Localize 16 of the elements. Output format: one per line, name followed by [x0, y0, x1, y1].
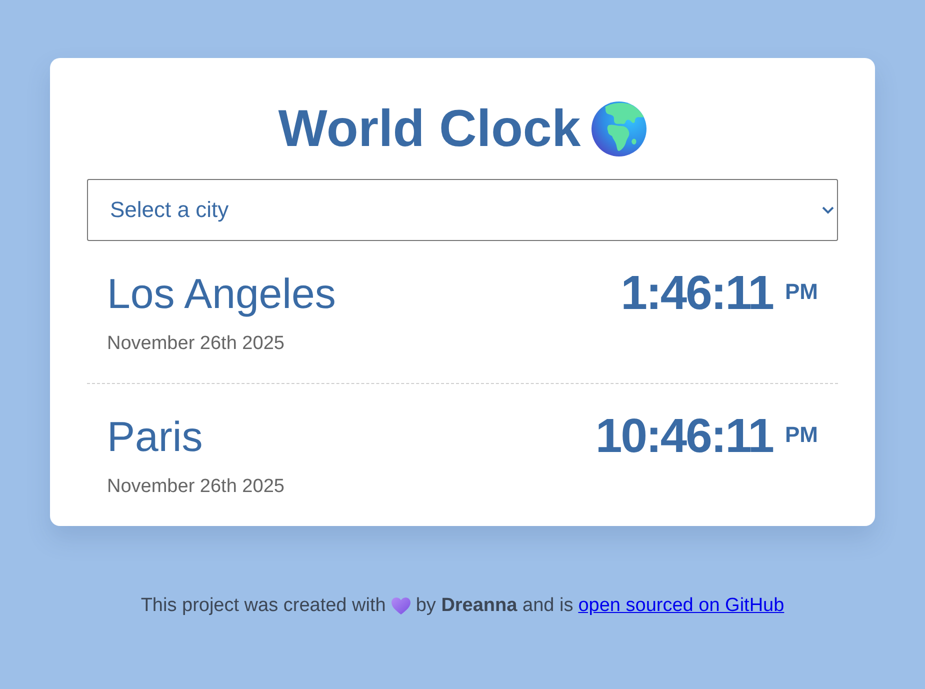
footer-text: This project was created with — [140, 594, 386, 618]
city-time: 1:46:11 — [620, 266, 773, 322]
github-link[interactable]: open sourced on GitHub — [578, 594, 784, 618]
heart-icon — [390, 597, 411, 615]
city-select[interactable]: Select a city — [87, 179, 838, 241]
time-period: PM — [785, 422, 818, 448]
city-time: 10:46:11 — [596, 409, 773, 465]
city-name: Los Angeles — [107, 269, 336, 319]
city-name: Paris — [107, 412, 203, 462]
app-title: World Clock — [278, 99, 581, 160]
time-period: PM — [785, 279, 818, 305]
city-date: November 26th 2025 — [107, 476, 284, 498]
city-date: November 26th 2025 — [107, 333, 284, 355]
globe-icon — [590, 101, 647, 157]
chevron-down-icon — [822, 206, 834, 214]
footer-text: by Dreanna and is — [416, 594, 574, 618]
